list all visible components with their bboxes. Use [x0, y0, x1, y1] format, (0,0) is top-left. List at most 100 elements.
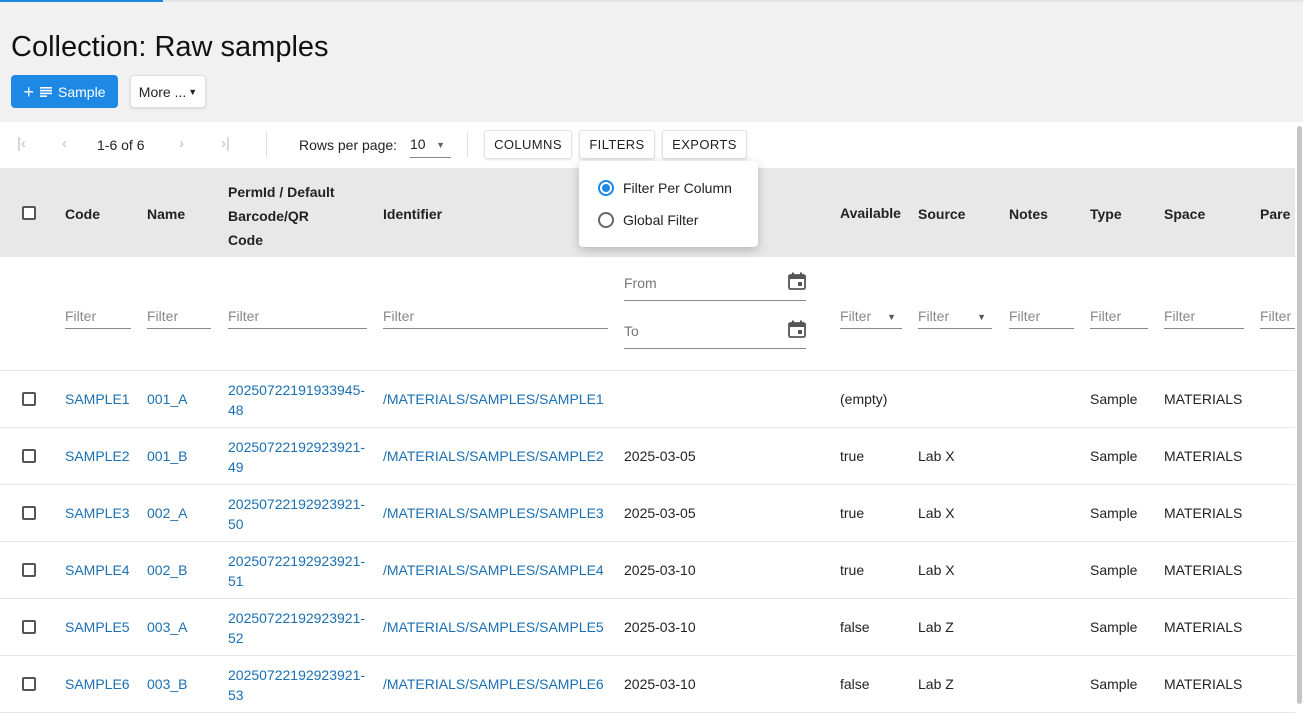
- row-permid-link[interactable]: 20250722192923921- 52: [228, 608, 365, 648]
- row-checkbox[interactable]: [22, 449, 36, 463]
- filter-placeholder: Filter: [840, 308, 872, 324]
- notes-filter-input[interactable]: Filter: [1009, 305, 1074, 329]
- rows-per-page-select[interactable]: 10 ▼: [410, 134, 451, 158]
- row-permid-link[interactable]: 20250722192923921- 49: [228, 437, 365, 477]
- column-header-parents[interactable]: Pare: [1260, 206, 1290, 222]
- filter-placeholder: Filter: [65, 308, 97, 324]
- filter-per-column-option[interactable]: Filter Per Column: [598, 180, 732, 196]
- row-name-link[interactable]: 001_B: [147, 448, 187, 464]
- column-header-notes[interactable]: Notes: [1009, 206, 1048, 222]
- radio-checked-icon[interactable]: [598, 180, 614, 196]
- row-code-link[interactable]: SAMPLE1: [65, 391, 130, 407]
- space-filter-input[interactable]: Filter: [1164, 305, 1244, 329]
- row-identifier-link[interactable]: /MATERIALS/SAMPLES/SAMPLE2: [383, 448, 604, 464]
- column-header-permid-line: Code: [228, 232, 263, 248]
- row-permid-link[interactable]: 20250722192923921- 53: [228, 665, 365, 705]
- row-identifier-link[interactable]: /MATERIALS/SAMPLES/SAMPLE1: [383, 391, 604, 407]
- row-space: MATERIALS: [1164, 505, 1243, 521]
- add-sample-button[interactable]: + Sample: [11, 75, 118, 108]
- type-filter-input[interactable]: Filter: [1090, 305, 1148, 329]
- row-name-link[interactable]: 002_B: [147, 562, 187, 578]
- table-row[interactable]: SAMPLE3 002_A 20250722192923921- 50 /MATE…: [0, 485, 1295, 542]
- add-sample-label: Sample: [58, 83, 106, 100]
- column-header-available[interactable]: Available: [840, 205, 901, 221]
- date-from-input[interactable]: From: [624, 272, 806, 301]
- select-all-checkbox[interactable]: [22, 206, 36, 220]
- row-code-link[interactable]: SAMPLE4: [65, 562, 130, 578]
- row-code-link[interactable]: SAMPLE2: [65, 448, 130, 464]
- column-header-permid-line: PermId / Default: [228, 184, 335, 200]
- column-header-code[interactable]: Code: [65, 206, 100, 222]
- source-filter-select[interactable]: Filter ▼: [918, 305, 992, 329]
- date-to-input[interactable]: To: [624, 320, 806, 349]
- row-name-link[interactable]: 001_A: [147, 391, 187, 407]
- row-source: Lab X: [918, 562, 955, 578]
- row-identifier-link[interactable]: /MATERIALS/SAMPLES/SAMPLE3: [383, 505, 604, 521]
- row-available: true: [840, 505, 865, 521]
- columns-button[interactable]: COLUMNS: [484, 130, 572, 159]
- permid-filter-input[interactable]: Filter: [228, 305, 367, 329]
- scrollbar-thumb[interactable]: [1297, 126, 1302, 704]
- row-name-link[interactable]: 003_B: [147, 676, 187, 692]
- filters-menu: Filter Per Column Global Filter: [579, 161, 758, 247]
- row-code-link[interactable]: SAMPLE3: [65, 505, 130, 521]
- table-row[interactable]: SAMPLE2 001_B 20250722192923921- 49 /MATE…: [0, 428, 1295, 485]
- row-permid-link[interactable]: 20250722192923921- 50: [228, 494, 365, 534]
- calendar-icon[interactable]: [788, 272, 806, 290]
- row-permid-line: 20250722192923921-: [228, 496, 366, 512]
- more-button[interactable]: More ... ▼: [130, 75, 206, 108]
- table-row[interactable]: SAMPLE5 003_A 20250722192923921- 52 /MATE…: [0, 599, 1295, 656]
- exports-button[interactable]: EXPORTS: [662, 130, 747, 159]
- parents-filter-input[interactable]: Filter: [1260, 305, 1295, 329]
- page-title: Collection: Raw samples: [11, 31, 329, 63]
- pagination-range: 1-6 of 6: [97, 137, 145, 153]
- table-row[interactable]: SAMPLE4 002_B 20250722192923921- 51 /MATE…: [0, 542, 1295, 599]
- available-filter-select[interactable]: Filter ▼: [840, 305, 902, 329]
- last-page-icon[interactable]: ›|: [221, 135, 230, 152]
- filter-placeholder: Filter: [1164, 308, 1196, 324]
- row-permid-link[interactable]: 20250722192923921- 51: [228, 551, 365, 591]
- caret-down-icon: ▼: [977, 312, 986, 322]
- global-filter-option[interactable]: Global Filter: [598, 212, 698, 228]
- filters-button[interactable]: FILTERS: [579, 130, 655, 159]
- row-space: MATERIALS: [1164, 448, 1243, 464]
- code-filter-input[interactable]: Filter: [65, 305, 131, 329]
- first-page-icon[interactable]: |‹: [17, 135, 26, 152]
- row-checkbox[interactable]: [22, 677, 36, 691]
- previous-page-icon[interactable]: ‹: [62, 135, 67, 152]
- row-permid-line: 50: [228, 516, 244, 532]
- row-name-link[interactable]: 002_A: [147, 505, 187, 521]
- global-filter-label: Global Filter: [623, 212, 699, 228]
- name-filter-input[interactable]: Filter: [147, 305, 211, 329]
- row-permid-line: 49: [228, 459, 244, 475]
- column-header-identifier[interactable]: Identifier: [383, 206, 442, 222]
- column-header-permid[interactable]: PermId / Default Barcode/QR Code: [228, 180, 335, 252]
- radio-unchecked-icon[interactable]: [598, 212, 614, 228]
- row-checkbox[interactable]: [22, 563, 36, 577]
- row-identifier-link[interactable]: /MATERIALS/SAMPLES/SAMPLE5: [383, 619, 604, 635]
- row-date: 2025-03-05: [624, 448, 696, 464]
- row-checkbox[interactable]: [22, 392, 36, 406]
- row-permid-line: 20250722192923921-: [228, 439, 366, 455]
- calendar-icon[interactable]: [788, 320, 806, 338]
- column-header-name[interactable]: Name: [147, 206, 185, 222]
- row-checkbox[interactable]: [22, 506, 36, 520]
- table-row[interactable]: SAMPLE1 001_A 20250722191933945- 48 /MATE…: [0, 371, 1295, 428]
- row-name-link[interactable]: 003_A: [147, 619, 187, 635]
- row-available: false: [840, 619, 870, 635]
- row-permid-link[interactable]: 20250722191933945- 48: [228, 380, 365, 420]
- table-row[interactable]: SAMPLE6 003_B 20250722192923921- 53 /MATE…: [0, 656, 1295, 713]
- row-identifier-link[interactable]: /MATERIALS/SAMPLES/SAMPLE6: [383, 676, 604, 692]
- next-page-icon[interactable]: ›: [179, 135, 184, 152]
- row-type: Sample: [1090, 505, 1138, 521]
- identifier-filter-input[interactable]: Filter: [383, 305, 608, 329]
- row-checkbox[interactable]: [22, 620, 36, 634]
- column-header-source[interactable]: Source: [918, 206, 965, 222]
- row-identifier-link[interactable]: /MATERIALS/SAMPLES/SAMPLE4: [383, 562, 604, 578]
- plus-icon: +: [23, 81, 35, 102]
- column-header-space[interactable]: Space: [1164, 206, 1205, 222]
- row-available: true: [840, 562, 865, 578]
- row-code-link[interactable]: SAMPLE5: [65, 619, 130, 635]
- column-header-type[interactable]: Type: [1090, 206, 1122, 222]
- row-code-link[interactable]: SAMPLE6: [65, 676, 130, 692]
